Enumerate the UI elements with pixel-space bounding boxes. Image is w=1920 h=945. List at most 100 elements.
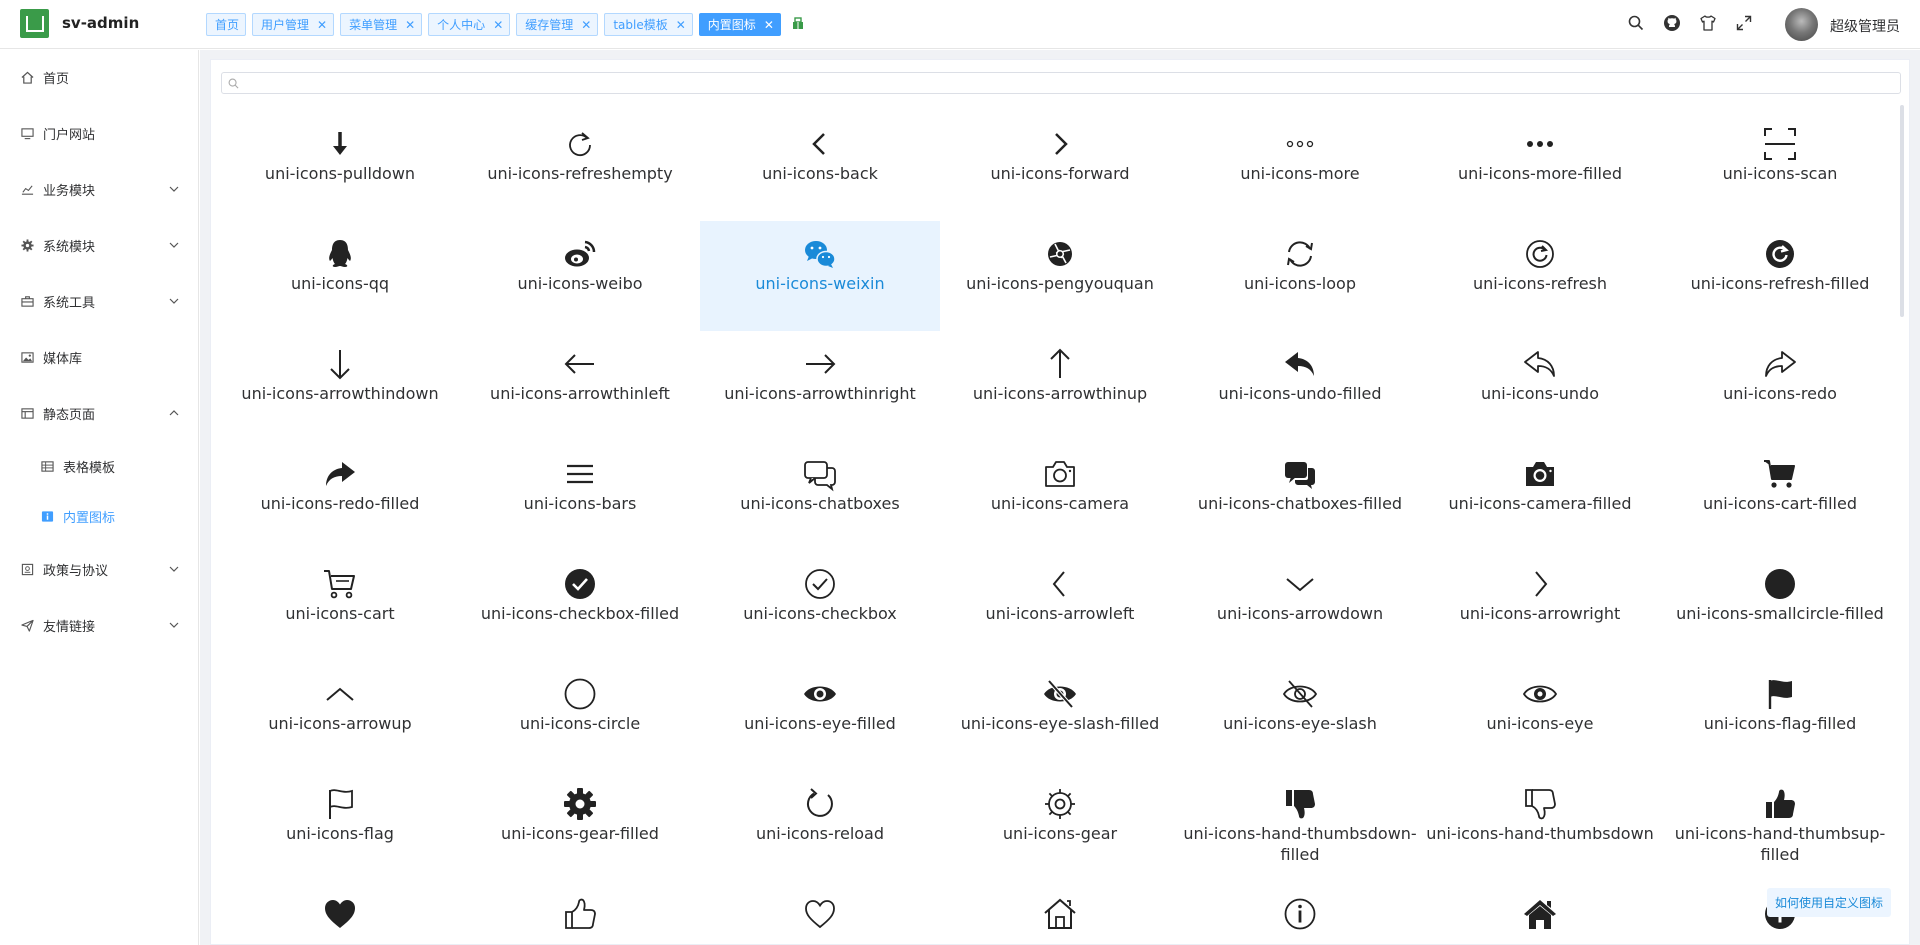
sidebar-item-5[interactable]: 媒体库 [0,337,199,377]
close-icon[interactable]: ✕ [581,18,591,32]
username[interactable]: 超级管理员 [1830,16,1900,36]
tshirt-icon[interactable] [1699,14,1717,32]
icon-cell[interactable]: uni-icons-cart [220,551,460,661]
sidebar-item-label: 静态页面 [43,407,96,423]
icon-cell[interactable] [700,881,940,944]
tab-3[interactable]: 个人中心 ✕ [428,13,511,36]
icon-cell[interactable]: uni-icons-loop [1180,221,1420,331]
icon-cell[interactable] [940,881,1180,944]
icon-cell[interactable]: uni-icons-scan [1660,111,1900,221]
sidebar-item-2[interactable]: 业务模块 [0,169,199,209]
search-input[interactable] [245,74,1900,92]
icon-cell[interactable]: uni-icons-refreshempty [460,111,700,221]
fullscreen-icon[interactable] [1735,14,1753,32]
tab-menu-icon[interactable] [791,16,805,34]
icon-label: uni-icons-cart-filled [1703,494,1857,513]
icon-cell[interactable]: uni-icons-eye-slash-filled [940,661,1180,771]
icon-cell[interactable]: uni-icons-circle [460,661,700,771]
icon-cell[interactable]: uni-icons-arrowthindown [220,331,460,441]
tab-5[interactable]: table模板 ✕ [604,13,693,36]
icon-cell[interactable]: uni-icons-chatboxes-filled [1180,441,1420,551]
icon-cell[interactable]: uni-icons-hand-thumbsup-filled [1660,771,1900,881]
close-icon[interactable]: ✕ [764,18,774,32]
icon-cell[interactable]: uni-icons-reload [700,771,940,881]
tab-0[interactable]: 首页 [206,13,247,36]
icon-cell[interactable]: uni-icons-smallcircle-filled [1660,551,1900,661]
tab-2[interactable]: 菜单管理 ✕ [340,13,423,36]
icon-cell[interactable]: uni-icons-arrowthinright [700,331,940,441]
search-box[interactable] [221,72,1901,94]
sidebar-item-0[interactable]: 首页 [0,57,199,97]
sidebar-item-7[interactable]: 表格模板 [0,446,199,486]
icon-cell[interactable]: uni-icons-hand-thumbsdown [1420,771,1660,881]
sidebar-item-3[interactable]: 系统模块 [0,225,199,265]
tab-4[interactable]: 缓存管理 ✕ [516,13,599,36]
sidebar-item-4[interactable]: 系统工具 [0,281,199,321]
close-icon[interactable]: ✕ [405,18,415,32]
icon-cell[interactable]: uni-icons-eye [1420,661,1660,771]
icon-cell[interactable]: uni-icons-gear [940,771,1180,881]
icon-cell[interactable]: uni-icons-back [700,111,940,221]
icon-cell[interactable]: uni-icons-forward [940,111,1180,221]
avatar[interactable] [1785,8,1818,41]
scrollbar[interactable] [1900,105,1904,317]
icon-cell[interactable]: uni-icons-eye-slash [1180,661,1420,771]
close-icon[interactable]: ✕ [676,18,686,32]
github-icon[interactable] [1663,14,1681,32]
icon-cell[interactable]: uni-icons-weibo [460,221,700,331]
icon-cell[interactable]: uni-icons-arrowleft [940,551,1180,661]
icon-cell[interactable]: uni-icons-checkbox [700,551,940,661]
icon-cell[interactable] [1180,881,1420,944]
icon-cell[interactable]: uni-icons-pengyouquan [940,221,1180,331]
cart-icon [324,570,355,599]
icon-cell[interactable] [460,881,700,944]
tab-1[interactable]: 用户管理 ✕ [252,13,335,36]
sidebar-item-1[interactable]: 门户网站 [0,113,199,153]
icon-cell[interactable]: uni-icons-arrowthinup [940,331,1180,441]
icon-cell[interactable]: uni-icons-flag-filled [1660,661,1900,771]
icon-cell[interactable]: uni-icons-cart-filled [1660,441,1900,551]
icon-cell[interactable]: uni-icons-bars [460,441,700,551]
icon-cell[interactable]: uni-icons-arrowthinleft [460,331,700,441]
icon-cell[interactable]: uni-icons-refresh [1420,221,1660,331]
document-icon [20,562,34,576]
help-link[interactable]: 如何使用自定义图标 [1767,888,1892,917]
icon-cell[interactable]: uni-icons-gear-filled [460,771,700,881]
icon-cell[interactable]: uni-icons-pulldown [220,111,460,221]
sidebar-item-label: 媒体库 [43,351,83,367]
icon-cell[interactable]: uni-icons-eye-filled [700,661,940,771]
icon-cell[interactable]: uni-icons-weixin [700,221,940,331]
icon-cell[interactable]: uni-icons-hand-thumbsdown-filled [1180,771,1420,881]
icon-cell[interactable]: uni-icons-more [1180,111,1420,221]
icon-cell[interactable]: uni-icons-camera-filled [1420,441,1660,551]
icon-cell[interactable] [1420,881,1660,944]
tab-6[interactable]: 内置图标 ✕ [698,13,781,36]
icon-cell[interactable]: uni-icons-arrowright [1420,551,1660,661]
icon-cell[interactable] [220,881,460,944]
icon-cell[interactable]: uni-icons-chatboxes [700,441,940,551]
sidebar-item-9[interactable]: 政策与协议 [0,549,199,589]
chevron-down-icon [169,619,179,634]
icon-cell[interactable]: uni-icons-camera [940,441,1180,551]
icon-label: uni-icons-eye [1486,714,1594,733]
icon-cell[interactable]: uni-icons-redo [1660,331,1900,441]
sidebar-item-10[interactable]: 友情链接 [0,605,199,645]
icon-cell[interactable]: uni-icons-undo [1420,331,1660,441]
search-icon[interactable] [1627,14,1645,32]
icon-label: uni-icons-hand-thumbsdown-filled [1183,824,1417,864]
icon-cell[interactable]: uni-icons-more-filled [1420,111,1660,221]
icon-cell[interactable]: uni-icons-refresh-filled [1660,221,1900,331]
icon-cell[interactable]: uni-icons-arrowup [220,661,460,771]
close-icon[interactable]: ✕ [317,18,327,32]
sidebar-item-6[interactable]: 静态页面 [0,393,199,433]
icon-label: uni-icons-weixin [755,274,885,293]
sidebar-item-8[interactable]: 内置图标 [0,496,199,536]
icon-cell[interactable]: uni-icons-undo-filled [1180,331,1420,441]
close-icon[interactable]: ✕ [493,18,503,32]
icon-cell[interactable]: uni-icons-qq [220,221,460,331]
icon-cell[interactable]: uni-icons-checkbox-filled [460,551,700,661]
icon-cell[interactable]: uni-icons-flag [220,771,460,881]
icon-cell[interactable]: uni-icons-redo-filled [220,441,460,551]
pengyouquan-icon [1048,242,1072,266]
icon-cell[interactable]: uni-icons-arrowdown [1180,551,1420,661]
